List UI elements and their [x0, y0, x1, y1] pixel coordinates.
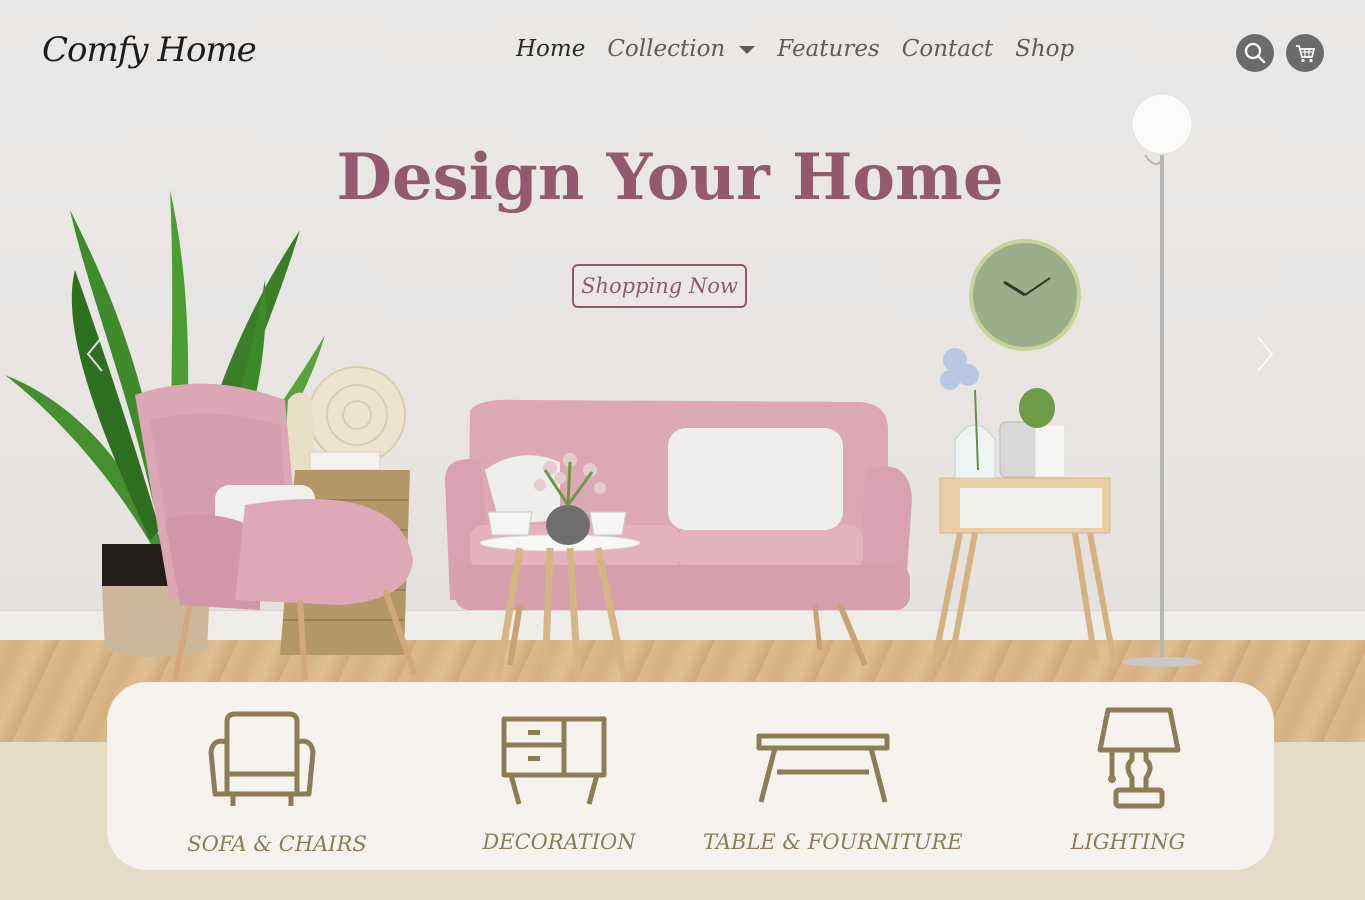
shopping-now-button[interactable]: Shopping Now — [572, 264, 747, 308]
nav-contact[interactable]: Contact — [902, 36, 993, 62]
category-table-fourniture[interactable]: TABLE & FOURNITURE — [703, 682, 963, 870]
cart-button[interactable] — [1286, 34, 1324, 72]
category-label: SOFA & CHAIRS — [187, 832, 367, 856]
hero-banner: Comfy Home Home Collection Features Cont… — [0, 0, 1365, 742]
nav-shop-label: Shop — [1015, 36, 1075, 62]
search-icon — [1244, 42, 1266, 64]
category-sofa-chairs[interactable]: SOFA & CHAIRS — [177, 682, 377, 870]
category-panel: SOFA & CHAIRS DECORATION TABLE & FOURNIT… — [107, 682, 1274, 870]
category-label: DECORATION — [482, 830, 636, 854]
carousel-next-icon[interactable] — [1250, 334, 1278, 374]
nav-contact-label: Contact — [901, 36, 994, 62]
category-lighting[interactable]: LIGHTING — [1028, 682, 1228, 870]
carousel-prev-icon[interactable] — [82, 334, 110, 374]
hero-title: Design Your Home — [336, 140, 1004, 215]
cart-icon — [1296, 45, 1316, 63]
nav-collection-label: Collection — [607, 36, 726, 62]
nav-collection-dropdown[interactable]: Collection — [607, 36, 756, 62]
armchair-icon — [208, 711, 316, 806]
caret-down-icon — [739, 46, 756, 54]
category-decoration[interactable]: DECORATION — [459, 682, 659, 870]
lamp-icon — [1097, 707, 1181, 809]
category-label: LIGHTING — [1070, 830, 1186, 854]
search-button[interactable] — [1236, 34, 1274, 72]
main-menu: Home Collection Features Contact Shop — [516, 36, 1096, 62]
nav-shop[interactable]: Shop — [1015, 36, 1074, 62]
cabinet-icon — [501, 716, 607, 805]
nav-home[interactable]: Home — [516, 36, 585, 62]
nav-features[interactable]: Features — [777, 36, 880, 62]
nav-features-label: Features — [777, 36, 880, 62]
category-label: TABLE & FOURNITURE — [703, 830, 963, 854]
brand-logo[interactable]: Comfy Home — [42, 30, 257, 70]
top-navbar: Comfy Home Home Collection Features Cont… — [0, 0, 1365, 106]
table-icon — [756, 733, 890, 803]
living-room-photo — [5, 93, 1202, 681]
wall-clock — [969, 239, 1081, 351]
side-table — [932, 348, 1118, 669]
nav-home-label: Home — [516, 36, 586, 62]
